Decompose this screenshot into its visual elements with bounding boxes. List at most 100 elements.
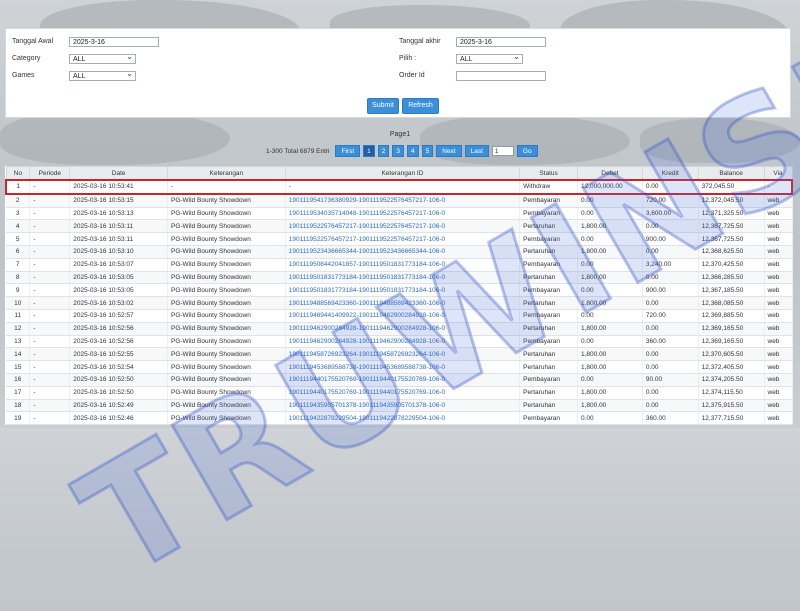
cell-status: Pembayaran [519,193,578,208]
cell-keterangan-id[interactable]: 1901119453689588738-1901119453689588738-… [285,360,521,374]
cell-date: 2025-03-16 10:52:54 [69,360,168,374]
page-number-input[interactable]: 1 [491,146,514,156]
table-row: 19-2025-03-16 10:52:46 PG-Wild Bounty Sho… [6,411,793,426]
cell-date: 2025-03-16 10:52:46 [69,411,168,426]
cell-date: 2025-03-16 10:52:50 [69,373,168,387]
cell-keterangan: - [167,179,286,195]
cell-keterangan-id[interactable]: 1901119469441409922-1901119462900284928-… [285,309,521,323]
table-row: 3-2025-03-16 10:53:13 PG-Wild Bounty Show… [6,207,793,221]
cell-kredit: 0.00 [642,399,699,413]
cell-no: 3 [6,207,31,221]
tanggal-awal-input[interactable]: 2025-3-16 [69,37,159,47]
table-header-row: No Periode Date Keterangan Keterangan ID… [5,166,793,181]
cell-date: 2025-03-16 10:53:13 [69,207,168,221]
cell-keterangan-id[interactable]: 1901119458726923264-1901119458726923264-… [285,347,521,362]
last-page-button[interactable]: Last [464,145,489,157]
cell-keterangan-id[interactable]: 1901119462900284928-1901119462900284928-… [285,322,521,336]
category-select[interactable]: ALL [69,52,136,64]
cell-periode: - [29,296,71,310]
table-row: 11-2025-03-16 10:52:57 PG-Wild Bounty Sho… [6,309,793,323]
cell-kredit: 360.00 [642,411,699,426]
cell-keterangan-id[interactable]: 1901119501831773184-1901119501831773184-… [285,283,521,298]
cell-via: web [764,232,793,246]
cell-keterangan-id[interactable]: 1901119508442041857-1901119501831773184-… [285,258,521,272]
cell-keterangan: PG-Wild Bounty Showdown [167,232,286,246]
cell-periode: - [29,360,71,374]
submit-button[interactable]: Submit [367,98,399,114]
cell-date: 2025-03-16 10:53:10 [69,245,168,259]
page-button-2[interactable]: 2 [377,145,390,157]
page-button-1[interactable]: 1 [363,145,375,157]
cell-no: 4 [6,219,31,234]
cell-keterangan-id[interactable]: 1901119440175520769-1901119440175520769-… [285,386,521,400]
next-page-button[interactable]: Next [436,145,462,157]
cell-date: 2025-03-16 10:53:02 [69,296,168,310]
pilih-select[interactable]: ALL [456,52,523,64]
page-button-4[interactable]: 4 [407,145,419,157]
table-row: 4-2025-03-16 10:53:11 PG-Wild Bounty Show… [6,219,793,234]
cell-balance: 12,372,045.50 [698,193,765,208]
cell-status: Pertaruhan [519,399,578,413]
cell-balance: 12,369,885.50 [698,309,765,323]
cell-keterangan-id[interactable]: 1901119462900284928-1901119462900284928-… [285,335,521,349]
transaction-table: No Periode Date Keterangan Keterangan ID… [5,166,793,426]
cell-date: 2025-03-16 10:52:49 [69,399,168,413]
table-row: 5-2025-03-16 10:53:11 PG-Wild Bounty Show… [6,232,793,246]
cell-keterangan: PG-Wild Bounty Showdown [167,207,286,221]
go-button[interactable]: Go [516,145,538,157]
cell-balance: 12,374,205.50 [698,373,765,387]
cell-keterangan-id[interactable]: 1901119522576457217-1901119522576457217-… [285,232,521,246]
cell-status: Pertaruhan [519,386,578,400]
order-id-input[interactable] [456,71,546,81]
tanggal-akhir-input[interactable]: 2025-3-16 [456,37,546,47]
page-button-5[interactable]: 5 [421,145,434,157]
cell-keterangan-id[interactable]: 1901119422878229504-1901119422878229504-… [285,411,521,426]
cell-no: 7 [6,258,31,272]
cell-kredit: 720.00 [642,193,699,208]
table-row: 7-2025-03-16 10:53:07 PG-Wild Bounty Show… [6,258,793,272]
cell-keterangan-id[interactable]: 1901119501831773184-1901119501831773184-… [285,271,521,285]
col-header-date: Date [69,166,168,181]
cell-no: 14 [6,347,31,362]
table-row: 18-2025-03-16 10:52:49 PG-Wild Bounty Sho… [6,399,793,413]
cell-keterangan-id[interactable]: 1901119523436665344-1901119523436665344-… [285,245,521,259]
tanggal-akhir-label: Tanggal akhir [399,38,441,45]
cell-no: 18 [6,399,31,413]
tanggal-awal-label: Tanggal Awal [12,38,54,45]
cell-no: 11 [6,309,31,323]
page-button-3[interactable]: 3 [392,145,404,157]
cell-balance: 12,368,625.50 [698,245,765,259]
cell-via: web [764,219,793,234]
cell-date: 2025-03-16 10:53:11 [69,232,168,246]
cell-status: Pertaruhan [519,245,578,259]
cell-date: 2025-03-16 10:52:50 [69,386,168,400]
cell-keterangan-id[interactable]: 1901119440175520769-1901119440175520769-… [285,373,521,387]
col-header-status: Status [519,166,578,181]
cell-keterangan-id[interactable]: 1901119541736380929-1901119522576457217-… [285,193,521,208]
cell-date: 2025-03-16 10:53:11 [69,219,168,234]
cell-status: Pembayaran [519,232,578,246]
cell-no: 13 [6,335,31,349]
cell-periode: - [29,335,71,349]
cell-via: web [764,360,793,374]
cell-keterangan-id[interactable]: 1901119534035714048-1901119522576457217-… [285,207,521,221]
games-select[interactable]: ALL [69,69,136,81]
cell-keterangan-id[interactable]: 1901119435905701378-1901119435905701378-… [285,399,521,413]
cell-status: Pembayaran [519,283,578,298]
col-header-keterangan: Keterangan [167,166,286,181]
cell-periode: - [29,322,71,336]
cell-keterangan-id[interactable]: 1901119488569423360-1901119488569423360-… [285,296,521,310]
cell-keterangan: PG-Wild Bounty Showdown [167,335,286,349]
col-header-periode: Periode [29,166,71,181]
table-row: 13-2025-03-16 10:52:56 PG-Wild Bounty Sho… [6,335,793,349]
first-page-button[interactable]: First [335,145,361,157]
cell-debet: 0.00 [577,258,643,272]
cell-periode: - [29,258,71,272]
table-row: 1-2025-03-16 10:53:41- - Withdraw 12,000,00… [5,179,793,195]
cell-via: web [764,309,793,323]
table-row: 16-2025-03-16 10:52:50 PG-Wild Bounty Sho… [6,373,793,387]
cell-kredit: 0.00 [642,296,699,310]
cell-balance: 12,370,425.50 [698,258,765,272]
refresh-button[interactable]: Refresh [402,98,439,114]
cell-keterangan-id[interactable]: 1901119522576457217-1901119522576457217-… [285,219,521,234]
